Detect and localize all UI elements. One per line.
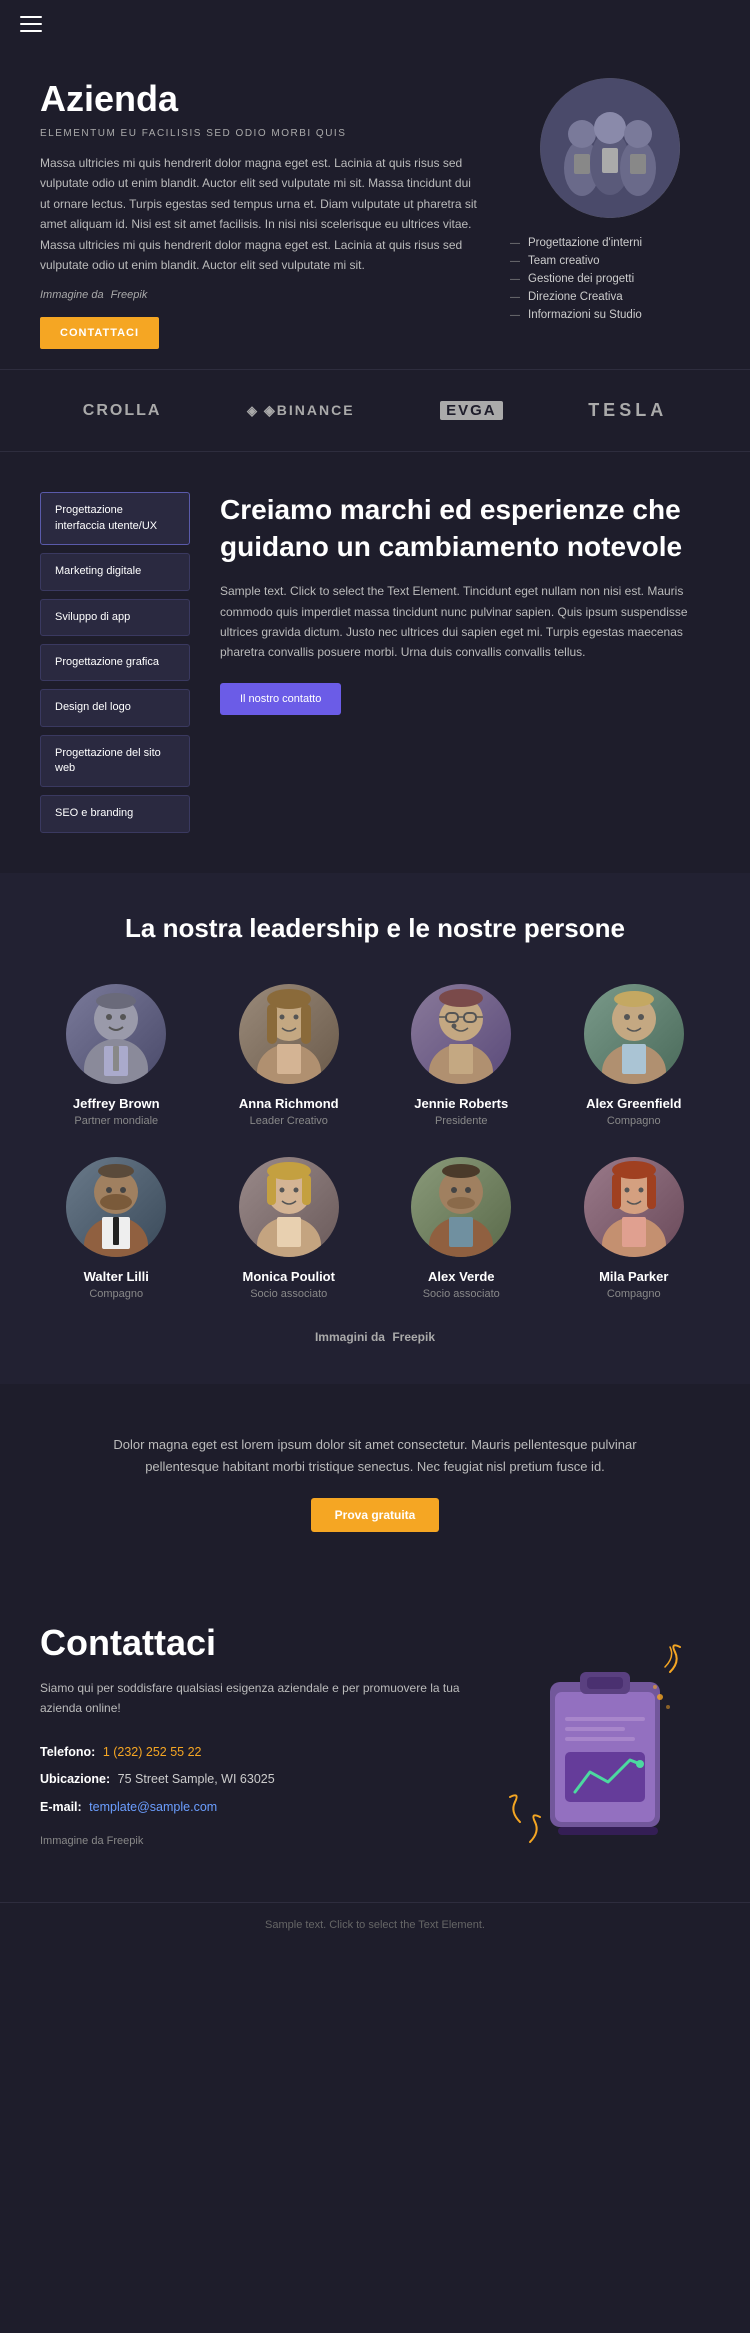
team-member-alex-g: Alex Greenfield Compagno: [558, 984, 711, 1127]
avatar-monica: [239, 1157, 339, 1257]
team-member-anna: Anna Richmond Leader Creativo: [213, 984, 366, 1127]
services-contact-button[interactable]: Il nostro contatto: [220, 683, 341, 715]
brand-tesla: TESLA: [588, 400, 667, 421]
menu-button[interactable]: [20, 16, 42, 32]
avatar-mila: [584, 1157, 684, 1257]
contact-section: Contattaci Siamo qui per soddisfare qual…: [0, 1582, 750, 1902]
member-role-jeffrey: Partner mondiale: [74, 1115, 158, 1127]
avatar-alex-v: [411, 1157, 511, 1257]
contact-email-row: E-mail: template@sample.com: [40, 1794, 460, 1822]
hero-image-credit: Immagine da Freepik: [40, 289, 480, 301]
brand-evga: EVGA: [440, 401, 503, 420]
contact-address-row: Ubicazione: 75 Street Sample, WI 63025: [40, 1766, 460, 1794]
team-member-monica: Monica Pouliot Socio associato: [213, 1157, 366, 1300]
member-name-jeffrey: Jeffrey Brown: [73, 1096, 160, 1111]
footer: Sample text. Click to select the Text El…: [0, 1902, 750, 1947]
avatar-anna: [239, 984, 339, 1084]
brand-crolla: CROLLA: [83, 402, 162, 420]
hero-team-image: [540, 78, 680, 218]
member-role-anna: Leader Creativo: [250, 1115, 328, 1127]
avatar-jeffrey: [66, 984, 166, 1084]
hero-body: Massa ultricies mi quis hendrerit dolor …: [40, 153, 480, 275]
hero-subtitle: ELEMENTUM EU FACILISIS SED ODIO MORBI QU…: [40, 128, 480, 139]
member-role-alex-g: Compagno: [607, 1115, 661, 1127]
member-role-alex-v: Socio associato: [423, 1288, 500, 1300]
services-title: Creiamo marchi ed esperienze che guidano…: [220, 492, 710, 565]
member-name-monica: Monica Pouliot: [243, 1269, 335, 1284]
contact-image-credit: Immagine da Freepik: [40, 1835, 460, 1847]
member-name-mila: Mila Parker: [599, 1269, 668, 1284]
service-btn-seo[interactable]: SEO e branding: [40, 795, 190, 832]
footer-text: Sample text. Click to select the Text El…: [40, 1919, 710, 1931]
hero-list-item: Gestione dei progetti: [510, 270, 710, 288]
address-label: Ubicazione:: [40, 1772, 110, 1786]
service-btn-marketing[interactable]: Marketing digitale: [40, 553, 190, 590]
hero-right-panel: Progettazione d'interni Team creativo Ge…: [510, 78, 710, 324]
team-member-walter: Walter Lilli Compagno: [40, 1157, 193, 1300]
contact-illustration: [490, 1622, 710, 1862]
member-role-jennie: Presidente: [435, 1115, 488, 1127]
member-role-mila: Compagno: [607, 1288, 661, 1300]
email-value: template@sample.com: [89, 1800, 217, 1814]
member-name-jennie: Jennie Roberts: [414, 1096, 508, 1111]
hero-list-item: Informazioni su Studio: [510, 306, 710, 324]
service-btn-web[interactable]: Progettazione del sito web: [40, 735, 190, 788]
services-section: Progettazione interfaccia utente/UX Mark…: [0, 452, 750, 873]
hero-title: Azienda: [40, 78, 480, 120]
service-btn-logo[interactable]: Design del logo: [40, 689, 190, 726]
member-name-alex-g: Alex Greenfield: [586, 1096, 681, 1111]
team-grid-row1: Jeffrey Brown Partner mondiale: [40, 984, 710, 1127]
team-member-alex-v: Alex Verde Socio associato: [385, 1157, 538, 1300]
hero-feature-list: Progettazione d'interni Team creativo Ge…: [510, 234, 710, 324]
contact-details: Telefono: 1 (232) 252 55 22 Ubicazione: …: [40, 1739, 460, 1822]
services-content: Creiamo marchi ed esperienze che guidano…: [220, 492, 710, 714]
cta-section: Dolor magna eget est lorem ipsum dolor s…: [0, 1384, 750, 1582]
leadership-section: La nostra leadership e le nostre persone: [0, 873, 750, 1384]
avatar-walter: [66, 1157, 166, 1257]
leadership-image-credit: Immagini da Freepik: [40, 1330, 710, 1344]
service-btn-grafica[interactable]: Progettazione grafica: [40, 644, 190, 681]
hero-content: Azienda ELEMENTUM EU FACILISIS SED ODIO …: [40, 78, 480, 349]
address-value: 75 Street Sample, WI 63025: [118, 1772, 275, 1786]
member-role-monica: Socio associato: [250, 1288, 327, 1300]
service-btn-ux[interactable]: Progettazione interfaccia utente/UX: [40, 492, 190, 545]
services-body: Sample text. Click to select the Text El…: [220, 581, 710, 663]
phone-value: 1 (232) 252 55 22: [103, 1745, 202, 1759]
service-btn-app[interactable]: Sviluppo di app: [40, 599, 190, 636]
contact-phone-row: Telefono: 1 (232) 252 55 22: [40, 1739, 460, 1767]
avatar-jennie: [411, 984, 511, 1084]
contact-description: Siamo qui per soddisfare qualsiasi esige…: [40, 1678, 460, 1719]
contact-title: Contattaci: [40, 1622, 460, 1664]
team-member-jeffrey: Jeffrey Brown Partner mondiale: [40, 984, 193, 1127]
contact-info-panel: Contattaci Siamo qui per soddisfare qual…: [40, 1622, 460, 1847]
services-menu: Progettazione interfaccia utente/UX Mark…: [40, 492, 190, 833]
hero-list-item: Team creativo: [510, 252, 710, 270]
team-grid-row2: Walter Lilli Compagno Monica Po: [40, 1157, 710, 1300]
header: [0, 0, 750, 48]
cta-button[interactable]: Prova gratuita: [311, 1498, 440, 1532]
member-role-walter: Compagno: [89, 1288, 143, 1300]
email-label: E-mail:: [40, 1800, 82, 1814]
cta-text: Dolor magna eget est lorem ipsum dolor s…: [100, 1434, 650, 1478]
brand-binance: ◈◈BINANCE: [247, 402, 355, 419]
leadership-title: La nostra leadership e le nostre persone: [40, 913, 710, 944]
hero-contact-button[interactable]: CONTATTACI: [40, 317, 159, 349]
phone-label: Telefono:: [40, 1745, 95, 1759]
member-name-walter: Walter Lilli: [84, 1269, 149, 1284]
hero-list-item: Progettazione d'interni: [510, 234, 710, 252]
brands-section: CROLLA ◈◈BINANCE EVGA TESLA: [0, 369, 750, 452]
team-member-mila: Mila Parker Compagno: [558, 1157, 711, 1300]
clipboard-svg: [500, 1642, 700, 1862]
hero-section: Azienda ELEMENTUM EU FACILISIS SED ODIO …: [0, 48, 750, 369]
team-member-jennie: Jennie Roberts Presidente: [385, 984, 538, 1127]
hero-list-item: Direzione Creativa: [510, 288, 710, 306]
avatar-alex-g: [584, 984, 684, 1084]
member-name-alex-v: Alex Verde: [428, 1269, 495, 1284]
member-name-anna: Anna Richmond: [239, 1096, 339, 1111]
